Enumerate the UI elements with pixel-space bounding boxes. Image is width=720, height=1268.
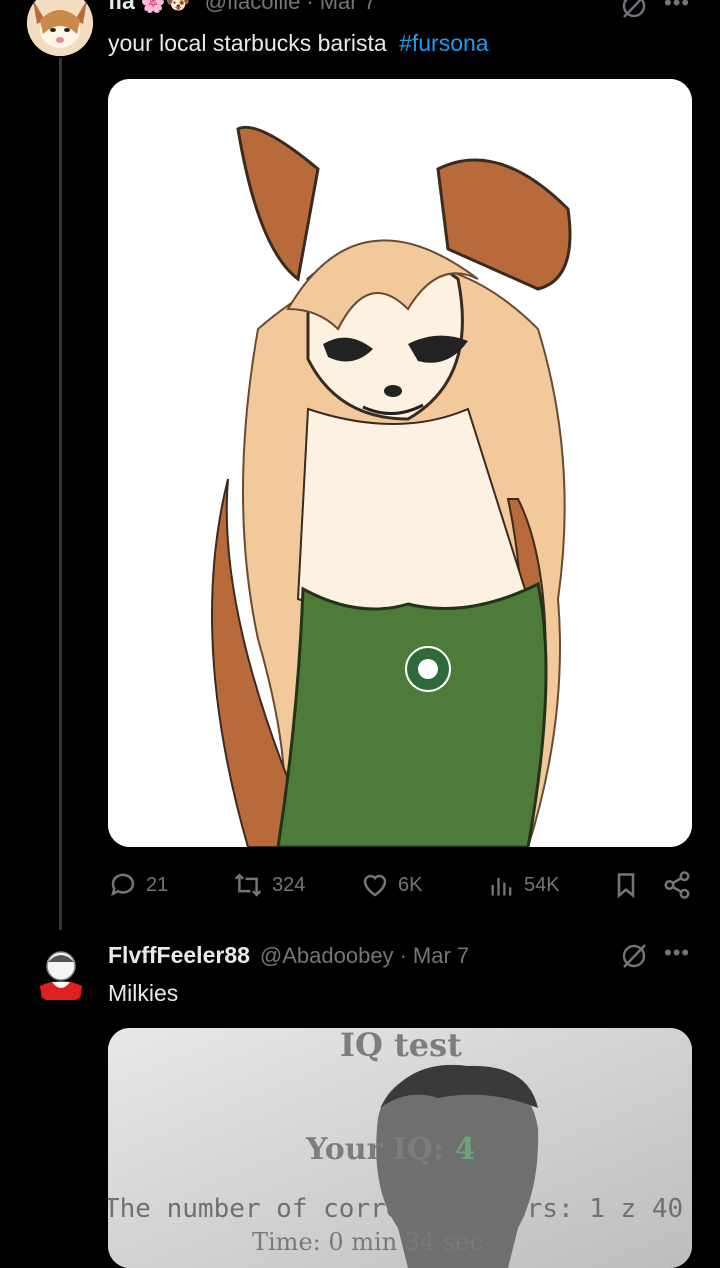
- date-separator: ·: [306, 0, 314, 14]
- like-button[interactable]: 6K: [360, 870, 422, 900]
- post-2[interactable]: FlvffFeeler88 @Abadoobey · Mar 7 ••• Mil…: [0, 930, 720, 1268]
- meme-iq-label: Your IQ:: [306, 1132, 445, 1167]
- bookmark-icon[interactable]: [612, 870, 640, 905]
- meme-correct-answers: The number of correct answers: 1 z 40: [108, 1194, 684, 1224]
- post-text-main: your local starbucks barista: [108, 30, 387, 56]
- date-separator: ·: [399, 943, 407, 968]
- display-name[interactable]: FlvffFeeler88: [108, 942, 250, 969]
- like-count: 6K: [398, 873, 423, 896]
- display-name-emoji: 🌸🐶: [140, 0, 191, 14]
- like-icon: [363, 874, 387, 897]
- hashtag-link[interactable]: #fursona: [399, 30, 489, 56]
- display-name[interactable]: fia: [108, 0, 135, 15]
- reply-count: 21: [146, 873, 169, 896]
- handle[interactable]: @Abadoobey: [260, 943, 394, 969]
- repost-count: 324: [272, 873, 306, 896]
- post-text: your local starbucks barista #fursona: [108, 30, 489, 57]
- post-image[interactable]: IQ test Your IQ: 4 The number of correct…: [108, 1028, 692, 1268]
- more-icon[interactable]: •••: [664, 940, 690, 966]
- share-icon[interactable]: [662, 870, 692, 905]
- meme-title: IQ test: [340, 1028, 462, 1064]
- grok-icon[interactable]: [620, 0, 648, 25]
- reply-icon: [111, 873, 135, 897]
- reply-button[interactable]: 21: [108, 870, 168, 900]
- post-text: Milkies: [108, 980, 179, 1006]
- meme-time: Time: 0 min 34 sec: [252, 1228, 483, 1256]
- meme-iq-value: 4: [454, 1132, 476, 1167]
- views-count: 54K: [524, 873, 560, 896]
- post-date[interactable]: Mar 7: [320, 0, 376, 15]
- repost-icon: [234, 873, 262, 897]
- post-1[interactable]: fia 🌸🐶 @fiacollie · Mar 7 ••• your local…: [0, 0, 720, 930]
- fursona-illustration: [108, 79, 692, 847]
- post-image[interactable]: [108, 79, 692, 847]
- repost-button[interactable]: 324: [232, 870, 305, 900]
- post-date[interactable]: Mar 7: [413, 943, 469, 969]
- views-icon: [491, 878, 512, 896]
- avatar[interactable]: [27, 0, 93, 56]
- views-button[interactable]: 54K: [488, 870, 560, 900]
- more-icon[interactable]: •••: [664, 0, 690, 16]
- handle[interactable]: @fiacollie: [205, 0, 301, 15]
- grok-icon[interactable]: [620, 942, 648, 975]
- avatar[interactable]: [30, 942, 92, 1004]
